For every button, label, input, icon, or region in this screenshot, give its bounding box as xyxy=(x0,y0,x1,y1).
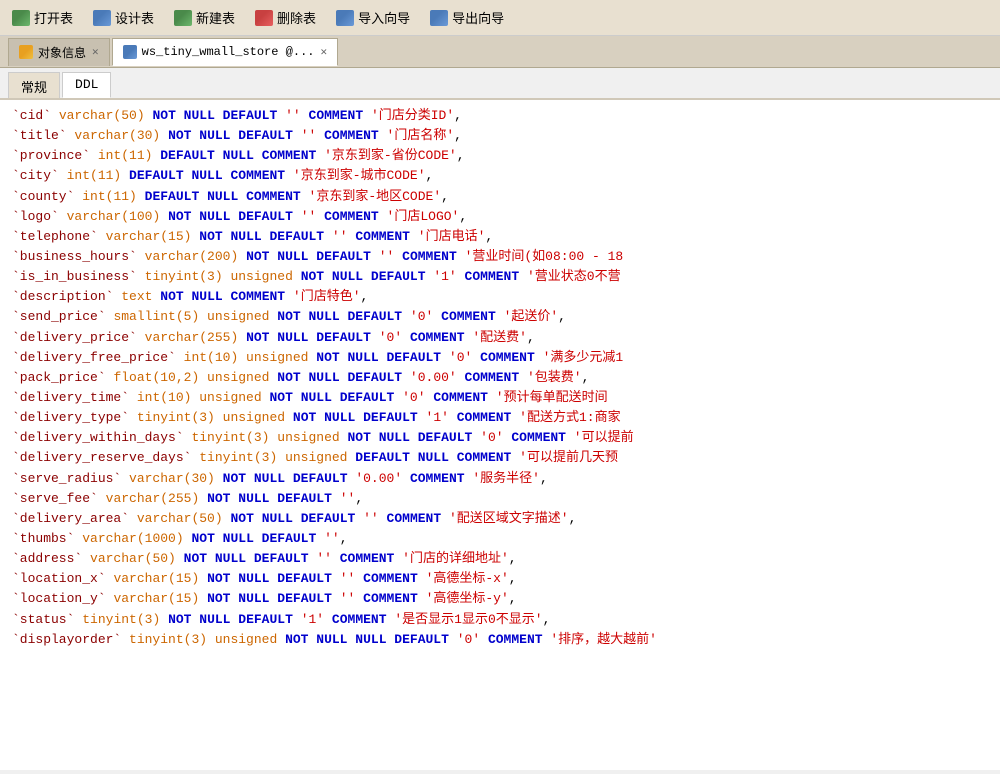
sql-line-13: `delivery_free_price` int(10) unsigned N… xyxy=(12,348,988,368)
subtab-general[interactable]: 常规 xyxy=(8,72,60,98)
sql-line-15: `delivery_time` int(10) unsigned NOT NUL… xyxy=(12,388,988,408)
open-table-label: 打开表 xyxy=(34,8,73,27)
store-table-tab-close[interactable]: ✕ xyxy=(320,45,327,59)
tab-bar: 对象信息 ✕ ws_tiny_wmall_store @... ✕ xyxy=(0,36,1000,68)
design-table-icon xyxy=(93,10,111,26)
sql-line-25: `location_y` varchar(15) NOT NULL DEFAUL… xyxy=(12,589,988,609)
sql-line-8: `business_hours` varchar(200) NOT NULL D… xyxy=(12,247,988,267)
open-table-button[interactable]: 打开表 xyxy=(8,6,77,29)
object-info-tab-icon xyxy=(19,45,33,59)
export-wizard-icon xyxy=(430,10,448,26)
open-table-icon xyxy=(12,10,30,26)
store-table-tab-label: ws_tiny_wmall_store @... xyxy=(142,45,315,59)
sql-content: `cid` varchar(50) NOT NULL DEFAULT '' CO… xyxy=(0,100,1000,770)
new-table-label: 新建表 xyxy=(196,8,235,27)
sql-line-22: `thumbs` varchar(1000) NOT NULL DEFAULT … xyxy=(12,529,988,549)
toolbar: 打开表 设计表 新建表 删除表 导入向导 导出向导 xyxy=(0,0,1000,36)
sql-line-12: `delivery_price` varchar(255) NOT NULL D… xyxy=(12,328,988,348)
sql-line-3: `province` int(11) DEFAULT NULL COMMENT … xyxy=(12,146,988,166)
delete-table-button[interactable]: 删除表 xyxy=(251,6,320,29)
object-info-tab-close[interactable]: ✕ xyxy=(92,45,99,59)
design-table-label: 设计表 xyxy=(115,8,154,27)
sql-line-16: `delivery_type` tinyint(3) unsigned NOT … xyxy=(12,408,988,428)
sql-line-23: `address` varchar(50) NOT NULL DEFAULT '… xyxy=(12,549,988,569)
export-wizard-button[interactable]: 导出向导 xyxy=(426,6,508,29)
sql-line-4: `city` int(11) DEFAULT NULL COMMENT '京东到… xyxy=(12,166,988,186)
sql-line-6: `logo` varchar(100) NOT NULL DEFAULT '' … xyxy=(12,207,988,227)
sql-line-24: `location_x` varchar(15) NOT NULL DEFAUL… xyxy=(12,569,988,589)
subtab-ddl[interactable]: DDL xyxy=(62,72,111,98)
tab-store-table[interactable]: ws_tiny_wmall_store @... ✕ xyxy=(112,38,338,66)
sql-line-9: `is_in_business` tinyint(3) unsigned NOT… xyxy=(12,267,988,287)
tab-object-info[interactable]: 对象信息 ✕ xyxy=(8,38,110,66)
content-area: 常规 DDL `cid` varchar(50) NOT NULL DEFAUL… xyxy=(0,68,1000,738)
import-wizard-button[interactable]: 导入向导 xyxy=(332,6,414,29)
sql-line-21: `delivery_area` varchar(50) NOT NULL DEF… xyxy=(12,509,988,529)
sql-line-20: `serve_fee` varchar(255) NOT NULL DEFAUL… xyxy=(12,489,988,509)
sql-line-18: `delivery_reserve_days` tinyint(3) unsig… xyxy=(12,448,988,468)
subtab-ddl-label: DDL xyxy=(75,77,98,92)
sql-line-10: `description` text NOT NULL COMMENT '门店特… xyxy=(12,287,988,307)
subtab-bar: 常规 DDL xyxy=(0,68,1000,100)
sql-line-11: `send_price` smallint(5) unsigned NOT NU… xyxy=(12,307,988,327)
sql-line-1: `cid` varchar(50) NOT NULL DEFAULT '' CO… xyxy=(12,106,988,126)
sql-line-27: `displayorder` tinyint(3) unsigned NOT N… xyxy=(12,630,988,650)
sql-line-14: `pack_price` float(10,2) unsigned NOT NU… xyxy=(12,368,988,388)
sql-line-17: `delivery_within_days` tinyint(3) unsign… xyxy=(12,428,988,448)
export-wizard-label: 导出向导 xyxy=(452,8,504,27)
subtab-general-label: 常规 xyxy=(21,81,47,96)
new-table-button[interactable]: 新建表 xyxy=(170,6,239,29)
object-info-tab-label: 对象信息 xyxy=(38,44,86,61)
import-wizard-icon xyxy=(336,10,354,26)
new-table-icon xyxy=(174,10,192,26)
store-table-tab-icon xyxy=(123,45,137,59)
delete-table-icon xyxy=(255,10,273,26)
sql-line-7: `telephone` varchar(15) NOT NULL DEFAULT… xyxy=(12,227,988,247)
delete-table-label: 删除表 xyxy=(277,8,316,27)
import-wizard-label: 导入向导 xyxy=(358,8,410,27)
sql-line-5: `county` int(11) DEFAULT NULL COMMENT '京… xyxy=(12,187,988,207)
sql-line-26: `status` tinyint(3) NOT NULL DEFAULT '1'… xyxy=(12,610,988,630)
sql-line-2: `title` varchar(30) NOT NULL DEFAULT '' … xyxy=(12,126,988,146)
design-table-button[interactable]: 设计表 xyxy=(89,6,158,29)
sql-line-19: `serve_radius` varchar(30) NOT NULL DEFA… xyxy=(12,469,988,489)
